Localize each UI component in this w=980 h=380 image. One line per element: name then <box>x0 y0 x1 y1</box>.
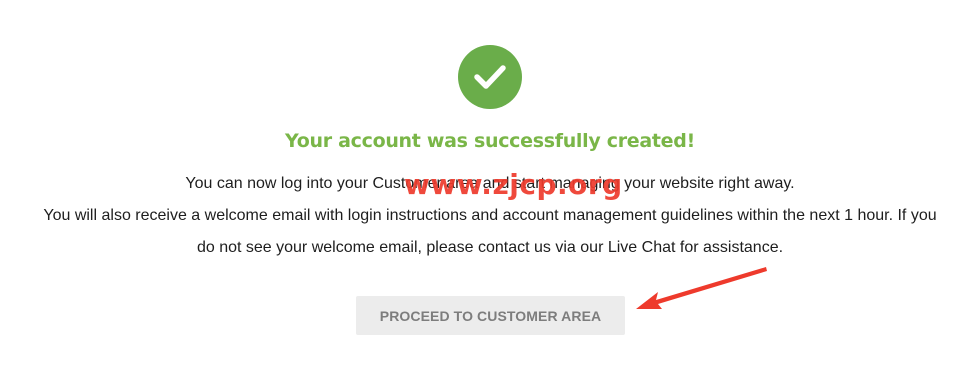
login-message: You can now log into your Customer area … <box>185 175 795 192</box>
red-pointer-arrow-icon <box>636 267 767 309</box>
proceed-to-customer-area-button[interactable]: PROCEED TO CUSTOMER AREA <box>356 296 625 335</box>
checkmark-icon <box>474 65 506 89</box>
welcome-email-message: You will also receive a welcome email wi… <box>43 207 937 256</box>
success-checkmark-icon <box>458 45 522 109</box>
success-headline: Your account was successfully created! <box>285 130 695 152</box>
